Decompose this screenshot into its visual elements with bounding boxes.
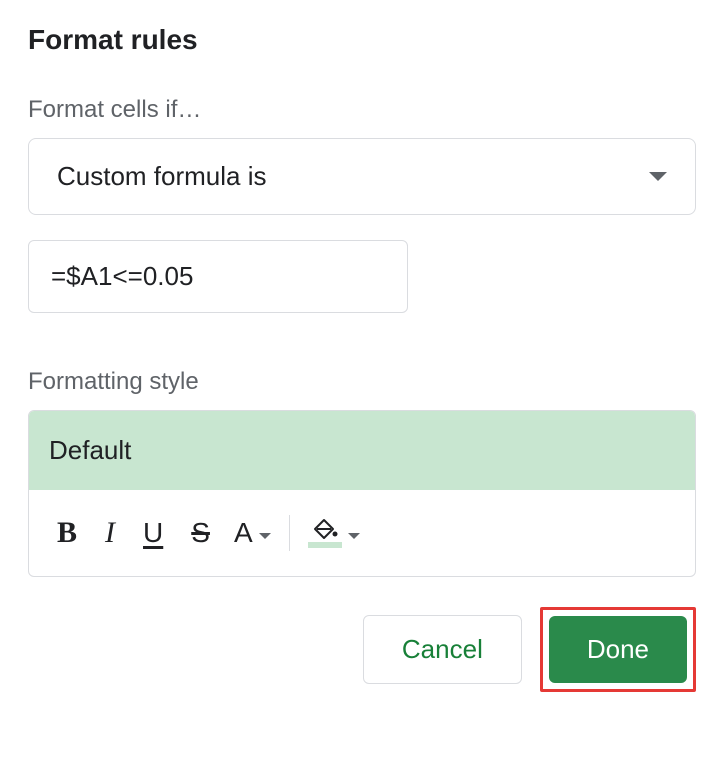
condition-select[interactable]: Custom formula is [28,138,696,215]
strikethrough-button[interactable]: S [177,509,224,557]
fill-color-button[interactable] [298,510,370,556]
toolbar-separator [289,515,290,551]
done-highlight: Done [540,607,696,692]
formula-input-wrap[interactable] [28,240,408,313]
chevron-down-icon [649,172,667,181]
style-toolbar: B I U S A [29,490,695,576]
bold-icon: B [57,516,77,550]
chevron-down-icon [259,533,271,539]
formula-input[interactable] [51,261,385,292]
style-preview[interactable]: Default [29,411,695,490]
button-row: Cancel Done [28,607,696,692]
condition-label: Format cells if… [28,96,696,124]
done-button[interactable]: Done [549,616,687,683]
section-title: Format rules [28,24,696,56]
underline-icon: U [143,517,163,549]
strikethrough-icon: S [191,517,210,549]
formatting-style-group: Default B I U S A [28,410,696,577]
chevron-down-icon [348,533,360,539]
italic-button[interactable]: I [91,508,129,558]
text-color-icon: A [234,517,253,549]
underline-button[interactable]: U [129,509,177,557]
italic-icon: I [105,516,115,550]
fill-color-icon [308,518,342,548]
style-label: Formatting style [28,368,696,396]
text-color-button[interactable]: A [224,509,281,557]
fill-color-swatch [308,542,342,548]
bold-button[interactable]: B [43,508,91,558]
condition-selected-value: Custom formula is [57,161,267,192]
cancel-button[interactable]: Cancel [363,615,522,684]
format-rules-section: Format rules Format cells if… Custom for… [28,24,696,692]
